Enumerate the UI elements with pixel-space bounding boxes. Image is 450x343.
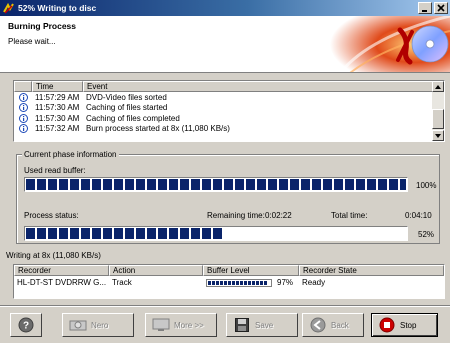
nero-logo-art [330, 16, 450, 72]
event-log-header: Time Event [14, 81, 444, 92]
help-button[interactable]: ? [10, 313, 42, 337]
back-button[interactable]: Back [302, 313, 364, 337]
more-button-label: More >> [174, 320, 204, 330]
column-header-time[interactable]: Time [32, 81, 83, 92]
page-subtitle: Please wait... [8, 37, 56, 46]
list-item[interactable]: 11:57:32 AM Burn process started at 8x (… [14, 124, 444, 135]
recorder-name: HL-DT-ST DVDRRW G... [17, 278, 107, 287]
floppy-disk-icon [235, 318, 249, 332]
minimize-icon [422, 10, 427, 12]
event-time: 11:57:29 AM [35, 92, 80, 102]
arrow-up-icon [435, 84, 441, 89]
stop-button[interactable]: Stop [371, 313, 438, 337]
recorder-table[interactable]: Recorder Action Buffer Level Recorder St… [13, 264, 445, 299]
event-text: DVD-Video files sorted [86, 92, 167, 102]
remaining-time-value: 0:02:22 [265, 211, 292, 220]
column-header-event[interactable]: Event [83, 81, 444, 92]
arrow-down-icon [435, 133, 441, 138]
event-text: Caching of files completed [86, 113, 180, 123]
footer-separator [0, 305, 450, 307]
info-icon [18, 103, 28, 113]
info-icon [18, 113, 28, 123]
column-header-recorder-state[interactable]: Recorder State [299, 265, 444, 276]
buffer-level-bar [206, 278, 272, 287]
scroll-up-button[interactable] [432, 81, 444, 92]
save-button-label: Save [255, 320, 274, 330]
svg-text:?: ? [23, 321, 29, 332]
column-header-icon[interactable] [14, 81, 32, 92]
phase-group-legend: Current phase information [22, 150, 119, 159]
event-time: 11:57:30 AM [35, 103, 80, 113]
event-log-scrollbar[interactable] [432, 81, 444, 141]
back-arrow-icon [310, 317, 326, 333]
recorder-table-header: Recorder Action Buffer Level Recorder St… [14, 265, 444, 276]
event-log-list[interactable]: Time Event 11:57:29 AM DVD-Video files s… [13, 80, 445, 142]
window-title: 52% Writing to disc [18, 3, 97, 13]
total-time-value: 0:04:10 [405, 211, 432, 220]
minimize-button[interactable] [418, 2, 432, 14]
nero-button[interactable]: Nero [62, 313, 134, 337]
column-header-action[interactable]: Action [109, 265, 203, 276]
event-text: Caching of files started [86, 103, 168, 113]
nero-app-icon [3, 2, 14, 14]
process-status-label: Process status: [24, 211, 79, 220]
stop-icon [379, 317, 395, 333]
event-time: 11:57:30 AM [35, 113, 80, 123]
info-icon [18, 124, 28, 134]
buffer-level-fill [208, 280, 268, 285]
info-icon [18, 92, 28, 102]
stop-button-label: Stop [400, 320, 417, 330]
close-icon [437, 4, 445, 12]
table-row[interactable]: HL-DT-ST DVDRRW G... Track 97% Ready [14, 276, 444, 289]
event-time: 11:57:32 AM [35, 124, 80, 134]
writing-status-text: Writing at 8x (11,080 KB/s) [6, 251, 101, 260]
back-button-label: Back [331, 320, 349, 330]
more-button[interactable]: More >> [145, 313, 217, 337]
event-text: Burn process started at 8x (11,080 KB/s) [86, 124, 230, 134]
read-buffer-percent: 100% [416, 181, 437, 190]
list-item[interactable]: 11:57:29 AM DVD-Video files sorted [14, 92, 444, 103]
scroll-thumb[interactable] [432, 109, 444, 129]
save-button[interactable]: Save [226, 313, 298, 337]
header-panel: Burning Process Please wait... [0, 16, 450, 73]
help-icon: ? [18, 317, 34, 333]
list-item[interactable]: 11:57:30 AM Caching of files completed [14, 113, 444, 124]
process-progress-bar [24, 226, 408, 241]
column-header-buffer-level[interactable]: Buffer Level [203, 265, 299, 276]
remaining-time-label: Remaining time: [207, 211, 265, 220]
recorder-state: Ready [302, 278, 326, 287]
read-buffer-bar [24, 177, 408, 192]
total-time-label: Total time: [331, 211, 368, 220]
process-progress-fill [26, 228, 224, 239]
recorder-action: Track [112, 278, 132, 287]
scroll-down-button[interactable] [432, 130, 444, 141]
list-item[interactable]: 11:57:30 AM Caching of files started [14, 103, 444, 114]
read-buffer-label: Used read buffer: [24, 166, 86, 175]
page-title: Burning Process [8, 21, 77, 31]
nero-button-label: Nero [91, 320, 109, 330]
read-buffer-fill [26, 179, 406, 190]
buffer-level-percent: 97% [277, 278, 294, 287]
column-header-recorder[interactable]: Recorder [14, 265, 109, 276]
title-bar: 52% Writing to disc [0, 0, 450, 16]
monitor-icon [152, 318, 170, 331]
close-button[interactable] [434, 2, 448, 14]
burn-disc-icon [69, 320, 87, 331]
process-percent: 52% [418, 230, 435, 239]
